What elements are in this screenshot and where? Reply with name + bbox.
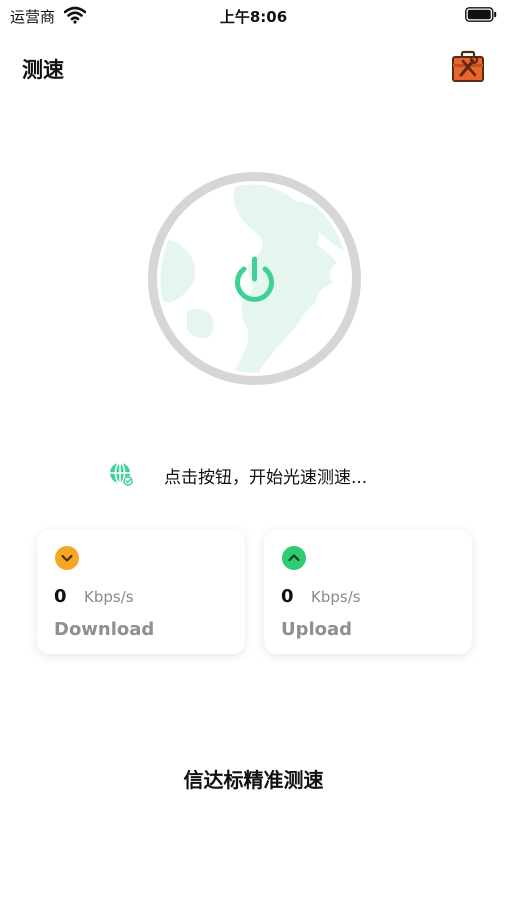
upload-label: Upload (281, 619, 353, 640)
download-value: 0 (54, 586, 67, 607)
upload-card: 0 Kbps/s Upload (264, 530, 472, 654)
globe-check-icon (110, 462, 133, 486)
footer-title: 信达标精准测速 (183, 768, 324, 792)
download-unit: Kbps/s (84, 588, 134, 606)
status-bar: 运营商 上午8:06 (0, 0, 507, 32)
upload-unit: Kbps/s (311, 588, 361, 606)
toolbox-icon[interactable] (451, 49, 485, 83)
start-speedtest-button[interactable] (147, 171, 362, 386)
clock: 上午8:06 (219, 8, 288, 26)
chevron-up-icon (281, 545, 307, 571)
download-card: 0 Kbps/s Download (37, 530, 245, 654)
start-hint: 点击按钮，开始光速测速... (108, 460, 428, 488)
battery-icon (465, 7, 497, 22)
hint-text: 点击按钮，开始光速测速... (164, 468, 368, 488)
page-title: 测速 (22, 58, 64, 82)
upload-value: 0 (281, 586, 294, 607)
download-label: Download (54, 619, 155, 640)
chevron-down-icon (54, 545, 80, 571)
